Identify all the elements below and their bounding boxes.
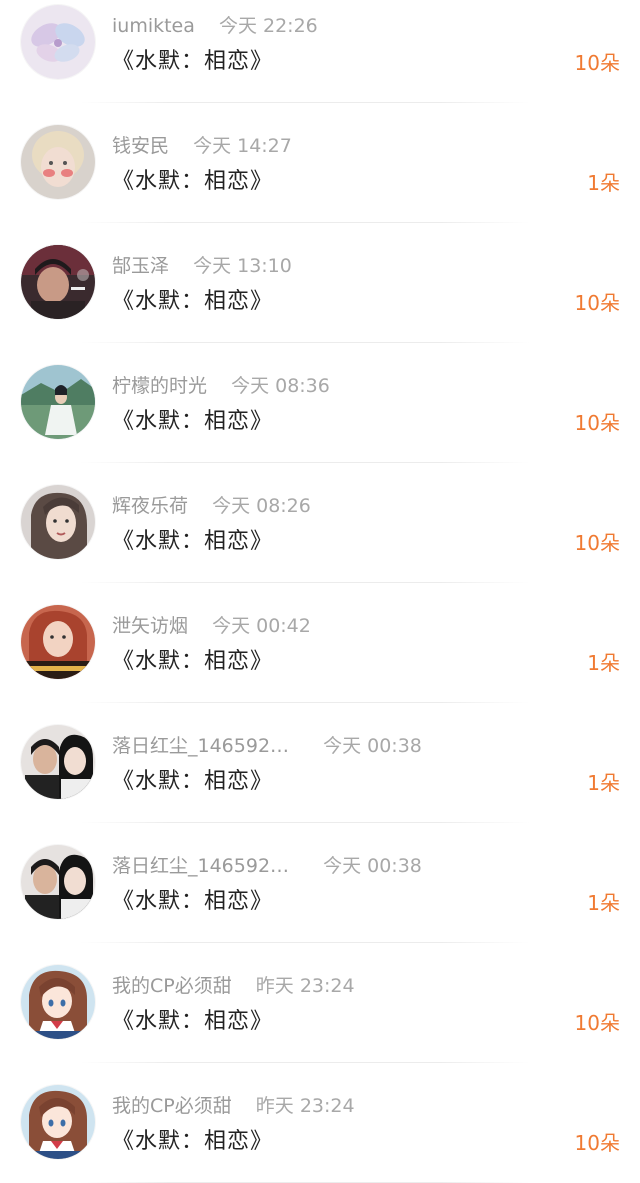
- timestamp: 今天 00:38: [323, 735, 422, 757]
- timestamp: 昨天 23:24: [255, 975, 355, 997]
- timestamp: 今天 00:38: [323, 855, 422, 877]
- smoker-photo-avatar[interactable]: [21, 245, 95, 319]
- item-meta: iumiktea 今天 22:26: [112, 12, 318, 40]
- woman-poster-avatar[interactable]: [21, 605, 95, 679]
- couple-photo-avatar[interactable]: [21, 725, 95, 799]
- work-title[interactable]: 《水默：相恋》: [112, 403, 273, 435]
- item-meta: 辉夜乐荷 今天 08:26: [112, 492, 311, 520]
- work-title[interactable]: 《水默：相恋》: [112, 523, 273, 555]
- flower-count: 10朵: [574, 51, 620, 75]
- flower-count: 10朵: [574, 291, 620, 315]
- flower-count: 1朵: [587, 891, 620, 915]
- item-meta: 泄矢访烟 今天 00:42: [112, 612, 311, 640]
- work-title[interactable]: 《水默：相恋》: [112, 283, 273, 315]
- flower-count: 1朵: [587, 651, 620, 675]
- list-item[interactable]: 辉夜乐荷 今天 08:26 《水默：相恋》 10朵: [0, 463, 640, 583]
- gift-record-list: iumiktea 今天 22:26 《水默：相恋》 10朵 钱安民 今天 14:…: [0, 0, 640, 1183]
- timestamp: 今天 08:36: [231, 375, 330, 397]
- work-title[interactable]: 《水默：相恋》: [112, 1003, 273, 1035]
- list-item[interactable]: 郜玉泽 今天 13:10 《水默：相恋》 10朵: [0, 223, 640, 343]
- item-meta: 郜玉泽 今天 13:10: [112, 252, 292, 280]
- timestamp: 今天 22:26: [218, 15, 318, 37]
- item-meta: 落日红尘_146592… 今天 00:38: [112, 732, 422, 760]
- item-meta: 柠檬的时光 今天 08:36: [112, 372, 330, 400]
- flower-illustration-avatar[interactable]: [21, 5, 95, 79]
- user-name[interactable]: 辉夜乐荷: [112, 492, 188, 520]
- item-meta: 我的CP必须甜 昨天 23:24: [112, 972, 355, 1000]
- costume-photo-avatar[interactable]: [21, 365, 95, 439]
- user-name[interactable]: 落日红尘_146592…: [112, 732, 289, 760]
- flower-count: 1朵: [587, 171, 620, 195]
- timestamp: 今天 00:42: [212, 615, 311, 637]
- flower-count: 10朵: [574, 411, 620, 435]
- timestamp: 今天 08:26: [212, 495, 311, 517]
- list-item[interactable]: 我的CP必须甜 昨天 23:24 《水默：相恋》 10朵: [0, 943, 640, 1063]
- timestamp: 今天 13:10: [193, 255, 292, 277]
- work-title[interactable]: 《水默：相恋》: [112, 883, 273, 915]
- list-item[interactable]: 我的CP必须甜 昨天 23:24 《水默：相恋》 10朵: [0, 1063, 640, 1183]
- user-name[interactable]: 我的CP必须甜: [112, 1092, 232, 1120]
- user-name[interactable]: 钱安民: [112, 132, 169, 160]
- list-item[interactable]: 钱安民 今天 14:27 《水默：相恋》 1朵: [0, 103, 640, 223]
- list-item[interactable]: 泄矢访烟 今天 00:42 《水默：相恋》 1朵: [0, 583, 640, 703]
- flower-count: 10朵: [574, 1011, 620, 1035]
- work-title[interactable]: 《水默：相恋》: [112, 643, 273, 675]
- work-title[interactable]: 《水默：相恋》: [112, 43, 273, 75]
- timestamp: 今天 14:27: [193, 135, 292, 157]
- work-title[interactable]: 《水默：相恋》: [112, 763, 273, 795]
- couple-photo-avatar[interactable]: [21, 845, 95, 919]
- user-name[interactable]: 我的CP必须甜: [112, 972, 232, 1000]
- work-title[interactable]: 《水默：相恋》: [112, 1123, 273, 1155]
- flower-count: 10朵: [574, 531, 620, 555]
- anime-girl-avatar[interactable]: [21, 1085, 95, 1159]
- item-meta: 钱安民 今天 14:27: [112, 132, 292, 160]
- timestamp: 昨天 23:24: [255, 1095, 355, 1117]
- user-name[interactable]: 泄矢访烟: [112, 612, 188, 640]
- list-item[interactable]: 落日红尘_146592… 今天 00:38 《水默：相恋》 1朵: [0, 823, 640, 943]
- item-meta: 落日红尘_146592… 今天 00:38: [112, 852, 422, 880]
- work-title[interactable]: 《水默：相恋》: [112, 163, 273, 195]
- child-photo-avatar[interactable]: [21, 125, 95, 199]
- user-name[interactable]: 柠檬的时光: [112, 372, 207, 400]
- anime-girl-avatar[interactable]: [21, 965, 95, 1039]
- list-item[interactable]: iumiktea 今天 22:26 《水默：相恋》 10朵: [0, 0, 640, 103]
- flower-count: 10朵: [574, 1131, 620, 1155]
- flower-count: 1朵: [587, 771, 620, 795]
- user-name[interactable]: iumiktea: [112, 12, 195, 40]
- item-meta: 我的CP必须甜 昨天 23:24: [112, 1092, 355, 1120]
- user-name[interactable]: 落日红尘_146592…: [112, 852, 289, 880]
- woman-portrait-avatar[interactable]: [21, 485, 95, 559]
- user-name[interactable]: 郜玉泽: [112, 252, 169, 280]
- list-item[interactable]: 落日红尘_146592… 今天 00:38 《水默：相恋》 1朵: [0, 703, 640, 823]
- list-item[interactable]: 柠檬的时光 今天 08:36 《水默：相恋》 10朵: [0, 343, 640, 463]
